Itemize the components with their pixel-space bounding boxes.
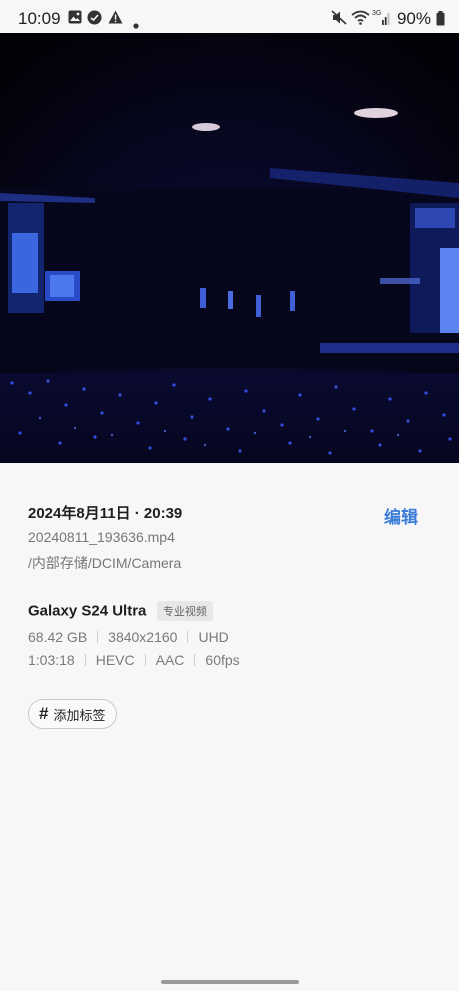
spec-quality: UHD [198,629,229,645]
status-time: 10:09 [18,9,61,28]
mute-icon [331,10,347,30]
hashtag-icon: # [39,704,49,723]
spec-audio: AAC [155,652,185,668]
spec-codec: HEVC [95,652,135,668]
add-tag-button[interactable]: # 添加标签 [28,699,118,729]
alert-icon [108,10,123,29]
device-line: Galaxy S24 Ultra 专业视频 [28,601,213,623]
spec-row-media: 1:03:18 HEVC AAC 60fps [28,652,240,668]
spec-row-file: 68.42 GB 3840x2160 UHD [28,629,229,645]
signal-icon: 3G [372,9,390,31]
video-preview[interactable] [0,33,459,463]
add-tag-label: 添加标签 [53,707,106,723]
file-name: 20240811_193636.mp4 [28,529,175,545]
spec-divider [84,654,86,666]
spec-divider [187,631,189,643]
spec-divider [144,654,146,666]
app-icon [87,10,102,30]
gallery-icon [68,10,82,29]
mode-badge: 专业视频 [156,601,213,621]
home-indicator[interactable] [161,980,299,984]
battery-text: 90% [396,9,431,28]
capture-datetime: 2024年8月11日 · 20:39 [28,505,183,522]
spec-size: 68.42 GB [28,629,88,645]
wifi-icon [351,10,370,30]
spec-fps: 60fps [205,652,240,668]
device-name: Galaxy S24 Ultra [28,602,147,620]
concert-video-thumbnail [0,33,459,463]
status-bar: 10:09 3G 90% [0,0,459,33]
spec-duration: 1:03:18 [28,652,75,668]
spec-divider [194,654,196,666]
edit-button[interactable]: 编辑 [384,503,418,528]
file-path: /内部存储/DCIM/Camera [28,555,182,571]
dot-icon [133,16,139,34]
spec-resolution: 3840x2160 [108,629,178,645]
battery-icon [436,11,445,31]
spec-divider [97,631,99,643]
svg-text:3G: 3G [372,10,381,17]
